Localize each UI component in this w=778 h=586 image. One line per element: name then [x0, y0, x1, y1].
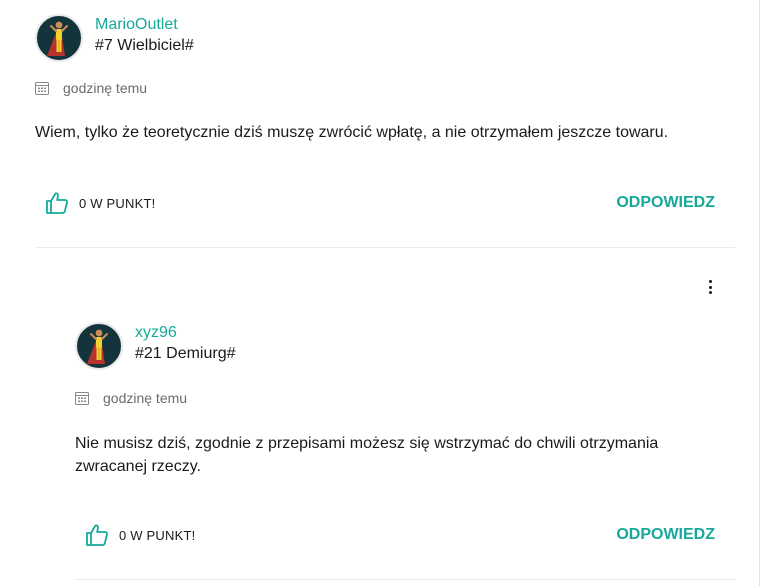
more-vertical-icon[interactable] [700, 279, 720, 295]
comment-text: Wiem, tylko że teoretycznie dziś muszę z… [35, 124, 669, 141]
comment-thread: MarioOutlet #7 Wielbiciel# godzinę temu … [0, 0, 778, 586]
like-button[interactable]: 0 W PUNKT! [85, 523, 195, 547]
comment-time: godzinę temu [75, 390, 187, 406]
user-rank: #7 Wielbiciel# [95, 37, 194, 54]
comment-divider [75, 579, 735, 580]
time-label: godzinę temu [63, 80, 148, 96]
comment-author: MarioOutlet #7 Wielbiciel# [35, 14, 194, 62]
calendar-icon [35, 82, 49, 95]
comment-author: xyz96 #21 Demiurg# [75, 322, 236, 370]
time-label: godzinę temu [103, 390, 188, 406]
page-border [759, 0, 760, 586]
reply-button[interactable]: ODPOWIEDZ [616, 526, 715, 544]
comment-actions: 0 W PUNKT! ODPOWIEDZ [35, 191, 735, 215]
like-button[interactable]: 0 W PUNKT! [45, 191, 155, 215]
comment-divider [35, 247, 735, 248]
avatar[interactable] [75, 322, 123, 370]
points-count: 0 W PUNKT! [119, 527, 196, 543]
user-rank: #21 Demiurg# [135, 345, 236, 362]
calendar-icon [75, 392, 89, 405]
comment-text: Nie musisz dziś, zgodnie z przepisami mo… [75, 435, 659, 475]
superhero-avatar-icon [87, 329, 108, 364]
avatar[interactable] [35, 14, 83, 62]
username-link[interactable]: xyz96 [135, 323, 236, 343]
thumbs-up-icon [46, 192, 68, 214]
comment-time: godzinę temu [35, 80, 147, 96]
thumbs-up-icon [86, 524, 108, 546]
reply-button[interactable]: ODPOWIEDZ [616, 194, 715, 212]
superhero-avatar-icon [47, 21, 68, 56]
points-count: 0 W PUNKT! [79, 195, 156, 211]
comment-actions: 0 W PUNKT! ODPOWIEDZ [75, 523, 735, 547]
username-link[interactable]: MarioOutlet [95, 15, 194, 35]
